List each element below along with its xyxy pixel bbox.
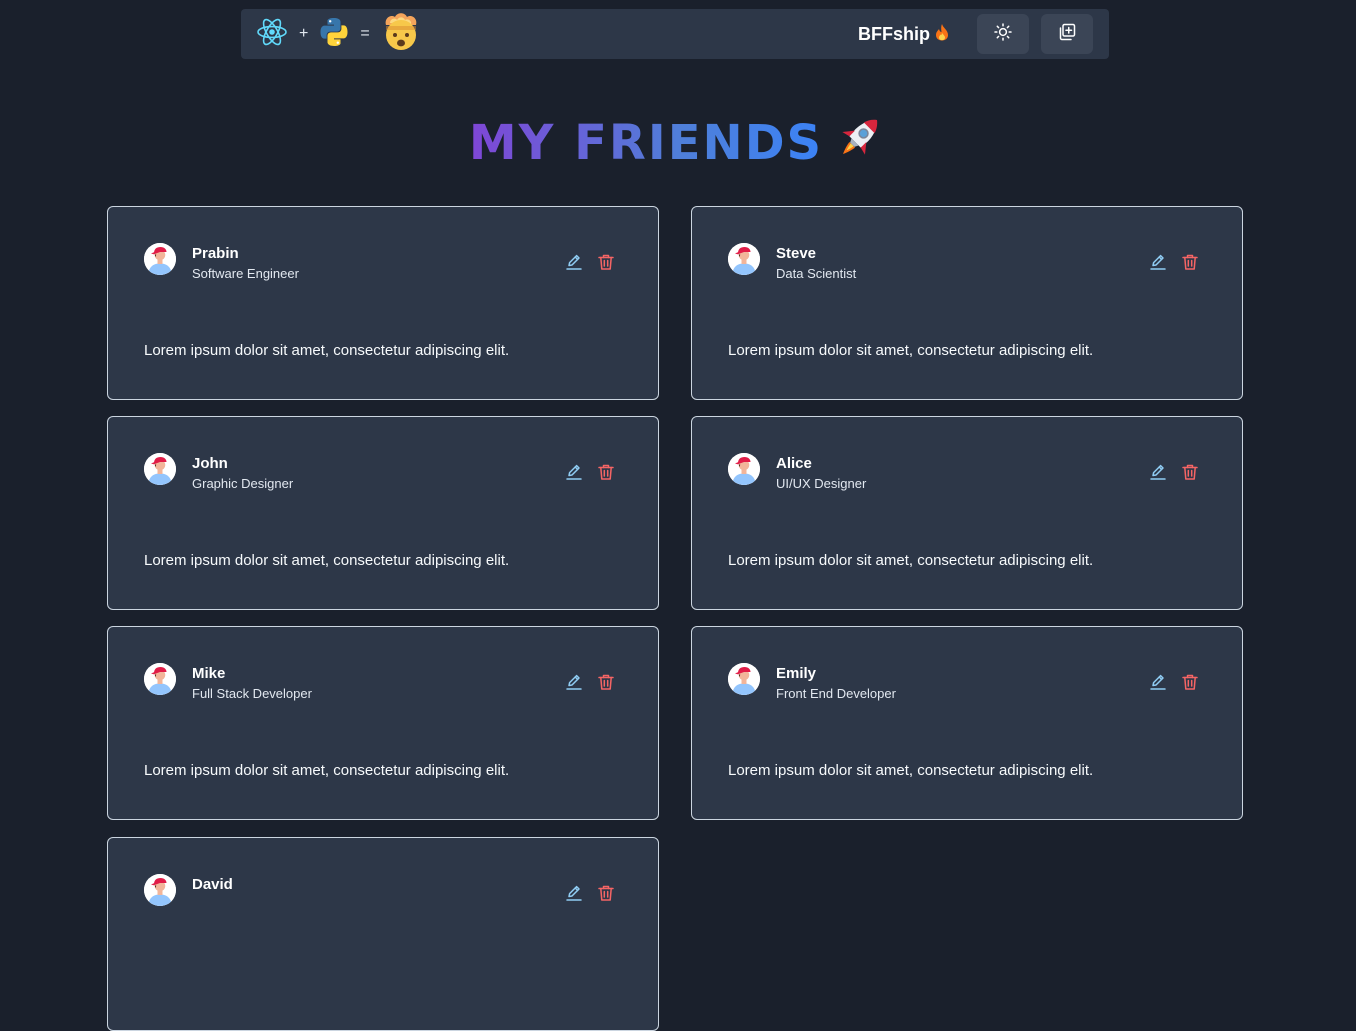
friend-card: Steve Data Scientist Lorem ipsum dolor sit… <box>691 206 1243 400</box>
brand-name: BFFship <box>858 23 930 44</box>
navbar-logo-group: + = <box>255 9 422 59</box>
edit-icon[interactable] <box>565 463 583 481</box>
friend-role: Full Stack Developer <box>192 686 312 701</box>
equals-symbol: = <box>360 25 370 42</box>
friend-description: Lorem ipsum dolor sit amet, consectetur … <box>728 552 1094 569</box>
edit-icon[interactable] <box>1149 463 1167 481</box>
avatar <box>728 243 760 275</box>
python-icon <box>318 16 350 53</box>
friend-description: Lorem ipsum dolor sit amet, consectetur … <box>728 762 1094 779</box>
edit-icon[interactable] <box>565 253 583 271</box>
edit-icon[interactable] <box>565 884 583 902</box>
theme-toggle-button[interactable] <box>977 14 1029 54</box>
friend-role: UI/UX Designer <box>776 476 867 491</box>
add-friend-button[interactable] <box>1041 14 1093 54</box>
friend-name: John <box>192 455 228 472</box>
edit-icon[interactable] <box>1149 673 1167 691</box>
friend-card: Emily Front End Developer Lorem ipsum dolo… <box>691 626 1243 820</box>
navbar: + = BFFship <box>241 9 1109 59</box>
friend-card: David <box>107 837 659 1031</box>
delete-icon[interactable] <box>1181 463 1199 481</box>
friend-name: Alice <box>776 455 812 472</box>
friend-card: Alice UI/UX Designer Lorem ipsum dolor sit… <box>691 416 1243 610</box>
friend-role: Software Engineer <box>192 266 299 281</box>
friend-name: Mike <box>192 665 226 682</box>
sun-icon <box>994 22 1012 46</box>
plus-symbol: + <box>299 25 309 42</box>
fire-icon <box>935 23 949 46</box>
friend-role: Graphic Designer <box>192 476 294 491</box>
add-friend-icon <box>1058 23 1076 46</box>
friend-description: Lorem ipsum dolor sit amet, consectetur … <box>144 342 510 359</box>
friend-name: David <box>192 876 233 893</box>
page-title-group: MY FRIENDS <box>469 110 887 176</box>
delete-icon[interactable] <box>1181 253 1199 271</box>
brand-link[interactable]: BFFship <box>858 23 949 46</box>
delete-icon[interactable] <box>597 463 615 481</box>
avatar <box>144 243 176 275</box>
friend-description: Lorem ipsum dolor sit amet, consectetur … <box>144 762 510 779</box>
edit-icon[interactable] <box>1149 253 1167 271</box>
friend-description: Lorem ipsum dolor sit amet, consectetur … <box>728 342 1094 359</box>
friend-card: Mike Full Stack Developer Lorem ipsum dolo… <box>107 626 659 820</box>
friend-card: Prabin Software Engineer Lorem ipsum dolor… <box>107 206 659 400</box>
friend-name: Prabin <box>192 245 239 262</box>
delete-icon[interactable] <box>597 884 615 902</box>
delete-icon[interactable] <box>597 673 615 691</box>
friend-role: Data Scientist <box>776 266 857 281</box>
delete-icon[interactable] <box>1181 673 1199 691</box>
navbar-actions: BFFship <box>858 9 1093 59</box>
avatar <box>144 453 176 485</box>
avatar <box>728 453 760 485</box>
exploding-head-icon <box>380 11 422 58</box>
avatar <box>728 663 760 695</box>
avatar <box>144 874 176 906</box>
friend-role: Front End Developer <box>776 686 896 701</box>
friend-name: Emily <box>776 665 817 682</box>
edit-icon[interactable] <box>565 673 583 691</box>
avatar <box>144 663 176 695</box>
page-header: MY FRIENDS <box>0 110 1356 171</box>
react-icon <box>255 15 289 54</box>
page-title: MY FRIENDS <box>468 115 824 171</box>
friend-card: John Graphic Designer Lorem ipsum dolor si… <box>107 416 659 610</box>
delete-icon[interactable] <box>597 253 615 271</box>
rocket-icon <box>833 110 887 176</box>
friend-name: Steve <box>776 245 817 262</box>
friend-description: Lorem ipsum dolor sit amet, consectetur … <box>144 552 510 569</box>
